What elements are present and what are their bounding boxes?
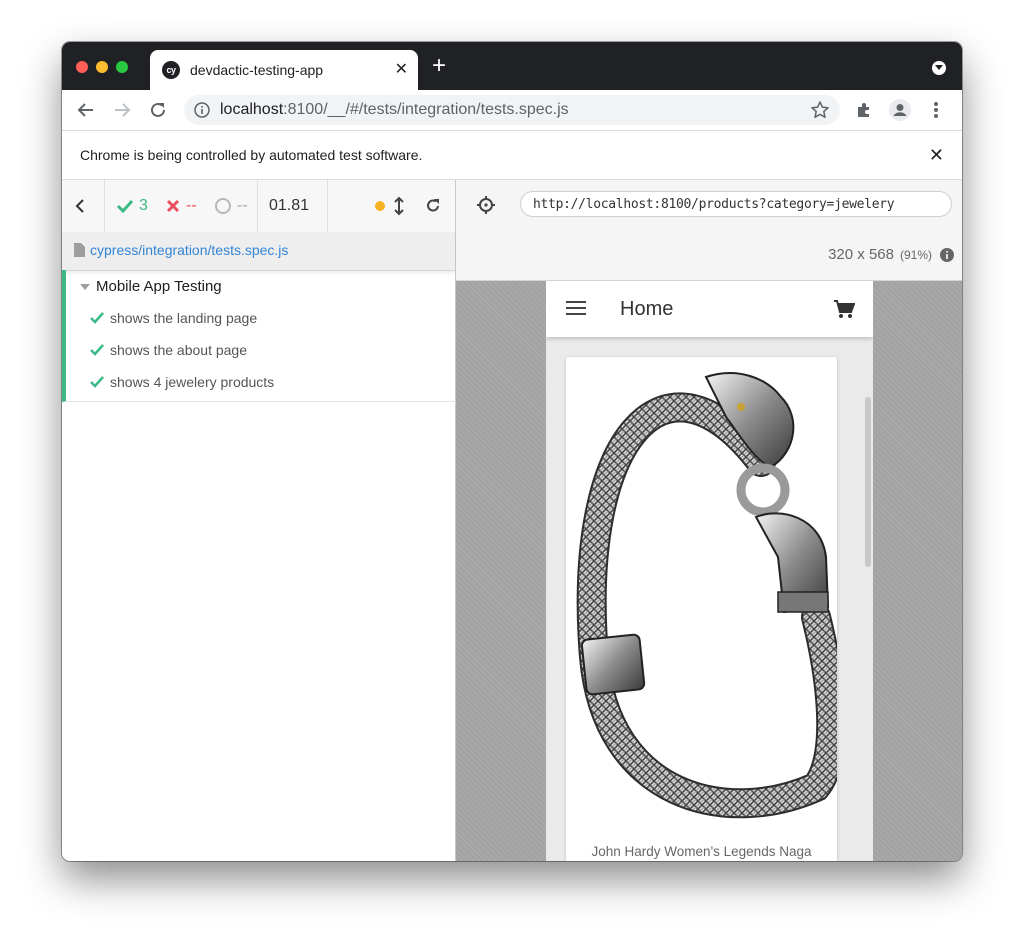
infobar-message: Chrome is being controlled by automated …: [80, 147, 423, 163]
aut-url-bar[interactable]: http://localhost:8100/products?category=…: [520, 191, 952, 217]
reload-icon: [151, 102, 165, 117]
cart-icon[interactable]: [833, 299, 856, 324]
test-item[interactable]: shows 4 jewelery products: [90, 368, 274, 396]
aut-header: http://localhost:8100/products?category=…: [456, 180, 962, 281]
browser-toolbar: localhost:8100/__/#/tests/integration/te…: [62, 90, 962, 131]
product-card[interactable]: John Hardy Women's Legends Naga: [566, 357, 837, 861]
new-tab-button[interactable]: +: [432, 52, 446, 80]
aut-url-text: http://localhost:8100/products?category=…: [533, 197, 895, 212]
extensions-button[interactable]: [852, 98, 876, 122]
puzzle-piece-icon: [858, 103, 869, 117]
forward-button[interactable]: [110, 98, 134, 122]
x-icon: [166, 199, 180, 213]
browser-window: cy devdactic-testing-app ✕ + localhost:8…: [62, 42, 962, 861]
caret-down-icon[interactable]: [80, 284, 90, 290]
suite-title[interactable]: Mobile App Testing: [96, 278, 222, 295]
test-title: shows the landing page: [110, 310, 258, 326]
test-title: shows the about page: [110, 342, 247, 358]
profile-button[interactable]: [888, 98, 912, 122]
pending-count: --: [237, 197, 248, 214]
app-title: Home: [620, 298, 674, 320]
reload-button[interactable]: [146, 98, 170, 122]
app-scrollbar[interactable]: [865, 397, 871, 567]
passed-stat: 3: [116, 180, 148, 232]
pending-stat: --: [214, 180, 248, 232]
test-item[interactable]: shows the landing page: [90, 304, 257, 332]
running-indicator: [374, 180, 386, 232]
file-icon: [74, 243, 85, 262]
maximize-window-button[interactable]: [116, 61, 128, 73]
check-icon: [90, 344, 104, 356]
test-title: shows 4 jewelery products: [110, 374, 275, 390]
failed-stat: --: [166, 180, 197, 232]
address-path: :8100/__/#/tests/integration/tests.spec.…: [283, 101, 569, 118]
app-iframe: Home John Hardy Women's Legends Naga: [546, 281, 873, 861]
duration: 01.81: [269, 197, 310, 214]
tab-title: devdactic-testing-app: [190, 62, 324, 78]
product-name: John Hardy Women's Legends Naga: [591, 844, 812, 859]
tab-close-icon[interactable]: ✕: [395, 59, 408, 79]
site-info-icon[interactable]: [194, 102, 210, 123]
tab-search-icon[interactable]: [932, 61, 946, 75]
test-suite: Mobile App Testing shows the landing pag…: [62, 270, 459, 402]
check-icon: [90, 376, 104, 388]
cypress-reporter: 3 -- -- 01.81 cypress/integration/tests.…: [62, 180, 459, 861]
back-arrow-icon: [77, 103, 93, 117]
running-dot-icon: [375, 201, 385, 211]
viewport-info: 320 x 568 (91%): [828, 246, 954, 263]
menu-icon[interactable]: [566, 300, 586, 321]
avatar-icon: [889, 99, 911, 121]
close-window-button[interactable]: [76, 61, 88, 73]
cypress-favicon-icon: cy: [162, 61, 180, 79]
collapse-reporter-button[interactable]: [74, 180, 86, 232]
viewport-scale: (91%): [899, 247, 932, 262]
aut-stage: Home John Hardy Women's Legends Naga: [456, 281, 962, 861]
spec-file-link[interactable]: cypress/integration/tests.spec.js: [90, 242, 288, 258]
viewport-size: 320 x 568: [828, 246, 894, 263]
rerun-tests-button[interactable]: [424, 180, 442, 232]
kebab-menu-icon: [934, 102, 938, 118]
aut-panel: http://localhost:8100/products?category=…: [456, 180, 962, 861]
bookmark-star-icon[interactable]: [810, 100, 830, 125]
auto-scroll-toggle[interactable]: [394, 180, 404, 232]
spec-file-bar: cypress/integration/tests.spec.js: [62, 232, 455, 271]
passed-count: 3: [139, 197, 148, 214]
tab-strip: cy devdactic-testing-app ✕ +: [62, 42, 962, 90]
redo-icon: [427, 199, 439, 212]
product-image: [576, 372, 837, 819]
test-item[interactable]: shows the about page: [90, 336, 247, 364]
up-down-arrows-icon: [394, 196, 404, 216]
selector-playground-button[interactable]: [476, 195, 496, 220]
address-bar[interactable]: localhost:8100/__/#/tests/integration/te…: [184, 95, 840, 125]
crosshair-icon: [477, 196, 495, 214]
automation-infobar: Chrome is being controlled by automated …: [62, 131, 962, 180]
reporter-stats-bar: 3 -- -- 01.81: [62, 180, 455, 233]
check-icon: [90, 312, 104, 324]
pending-circle-icon: [215, 198, 231, 214]
address-text: localhost:8100/__/#/tests/integration/te…: [220, 101, 569, 119]
forward-arrow-icon: [115, 103, 131, 117]
address-host: localhost: [220, 101, 284, 118]
app-content: John Hardy Women's Legends Naga: [546, 337, 873, 861]
info-icon[interactable]: [940, 247, 954, 262]
infobar-close-icon[interactable]: ✕: [929, 145, 944, 166]
browser-tab[interactable]: cy devdactic-testing-app ✕: [150, 50, 418, 90]
back-button[interactable]: [74, 98, 98, 122]
chevron-left-icon: [75, 199, 84, 213]
check-icon: [116, 199, 134, 213]
failed-count: --: [186, 197, 197, 214]
browser-menu-button[interactable]: [924, 98, 948, 122]
app-toolbar: Home: [546, 281, 873, 337]
minimize-window-button[interactable]: [96, 61, 108, 73]
